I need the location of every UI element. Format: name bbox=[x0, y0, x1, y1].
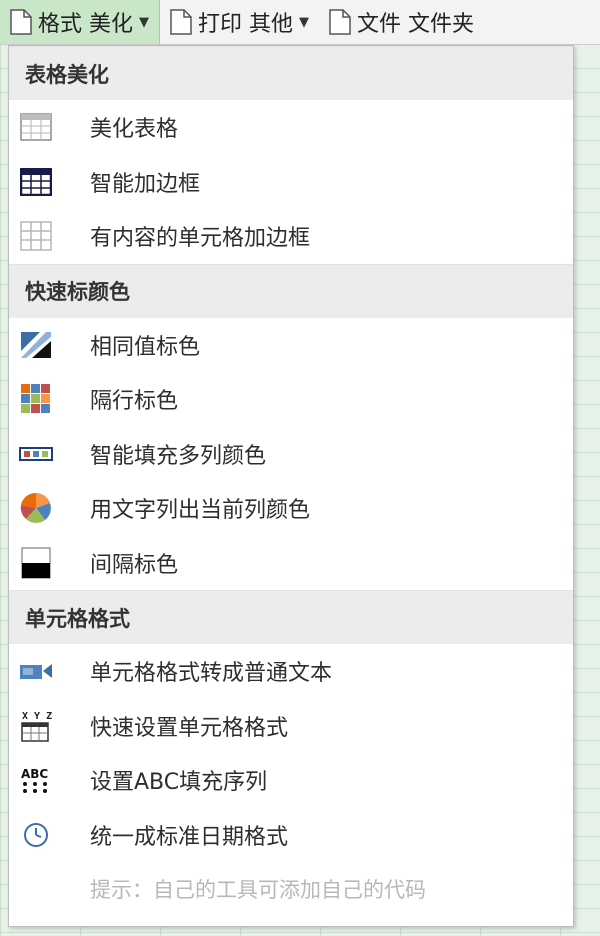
menu-item-quick-cell-format[interactable]: X Y Z 快速设置单元格格式 bbox=[9, 699, 573, 754]
hint-text-row: 提示：自己的工具可添加自己的代码 bbox=[9, 862, 573, 917]
menu-item-label: 间隔标色 bbox=[90, 552, 179, 578]
menu-item-label: 智能填充多列颜色 bbox=[90, 443, 267, 469]
menu-item-label: 设置ABC填充序列 bbox=[90, 770, 268, 796]
print-other-button[interactable]: 打印 其他 ▼ bbox=[160, 0, 319, 44]
svg-text:X Y Z: X Y Z bbox=[22, 711, 52, 722]
color-blocks-icon bbox=[19, 382, 53, 416]
format-beautify-button[interactable]: 格式 美化 ▼ bbox=[0, 0, 160, 44]
document-icon bbox=[329, 9, 351, 35]
document-icon bbox=[10, 9, 32, 35]
hint-text: 提示：自己的工具可添加自己的代码 bbox=[90, 878, 426, 903]
grid-border-icon bbox=[19, 219, 53, 253]
table-icon bbox=[19, 110, 53, 144]
print-other-label: 打印 其他 bbox=[198, 12, 293, 37]
menu-item-label: 快速设置单元格格式 bbox=[90, 715, 289, 741]
menu-item-label: 智能加边框 bbox=[90, 171, 201, 197]
document-icon bbox=[170, 9, 192, 35]
menu-item-list-column-colors[interactable]: 用文字列出当前列颜色 bbox=[9, 481, 573, 536]
color-strip-icon bbox=[19, 437, 53, 471]
file-folder-button[interactable]: 文件 文件夹 bbox=[319, 0, 484, 44]
menu-item-label: 用文字列出当前列颜色 bbox=[90, 498, 311, 524]
menu-item-smart-border[interactable]: 智能加边框 bbox=[9, 155, 573, 210]
menu-item-label: 隔行标色 bbox=[90, 389, 179, 415]
abc-icon: ABC bbox=[19, 763, 53, 797]
menu-item-label: 美化表格 bbox=[90, 117, 179, 143]
menu-item-abc-fill-sequence[interactable]: ABC 设置ABC填充序列 bbox=[9, 753, 573, 808]
menu-item-label: 统一成标准日期格式 bbox=[90, 824, 289, 850]
menu-item-standard-date-format[interactable]: 统一成标准日期格式 bbox=[9, 808, 573, 863]
svg-text:ABC: ABC bbox=[21, 767, 48, 781]
menu-item-interval-color[interactable]: 间隔标色 bbox=[9, 536, 573, 591]
format-beautify-label: 格式 美化 bbox=[38, 12, 133, 37]
menu-item-cell-format-to-text[interactable]: 单元格格式转成普通文本 bbox=[9, 644, 573, 699]
toolbar: 格式 美化 ▼ 打印 其他 ▼ 文件 文件夹 bbox=[0, 0, 600, 45]
caret-down-icon: ▼ bbox=[299, 14, 309, 30]
section-header-cell-format: 单元格格式 bbox=[9, 590, 573, 644]
menu-item-label: 有内容的单元格加边框 bbox=[90, 226, 311, 252]
caret-down-icon: ▼ bbox=[139, 14, 149, 30]
pie-chart-icon bbox=[19, 491, 53, 525]
xyz-grid-icon: X Y Z bbox=[19, 709, 53, 743]
menu-item-same-value-color[interactable]: 相同值标色 bbox=[9, 318, 573, 373]
dropdown-menu: 表格美化 美化表格 智能加边框 有内容的单元格加边框 快速标颜色 相同值标色 隔… bbox=[8, 45, 574, 927]
menu-item-alternate-row-color[interactable]: 隔行标色 bbox=[9, 372, 573, 427]
video-camera-icon bbox=[19, 654, 53, 688]
section-header-table-beautify: 表格美化 bbox=[9, 46, 573, 100]
menu-item-beautify-table[interactable]: 美化表格 bbox=[9, 100, 573, 155]
diagonal-color-icon bbox=[19, 328, 53, 362]
half-black-icon bbox=[19, 546, 53, 580]
menu-item-label: 单元格格式转成普通文本 bbox=[90, 661, 333, 687]
menu-item-smart-fill-column-color[interactable]: 智能填充多列颜色 bbox=[9, 427, 573, 482]
file-folder-label: 文件 文件夹 bbox=[357, 12, 474, 37]
bordered-table-icon bbox=[19, 165, 53, 199]
menu-item-label: 相同值标色 bbox=[90, 334, 201, 360]
clock-icon bbox=[19, 818, 53, 852]
section-header-quick-color: 快速标颜色 bbox=[9, 263, 573, 318]
menu-item-content-cell-border[interactable]: 有内容的单元格加边框 bbox=[9, 209, 573, 264]
